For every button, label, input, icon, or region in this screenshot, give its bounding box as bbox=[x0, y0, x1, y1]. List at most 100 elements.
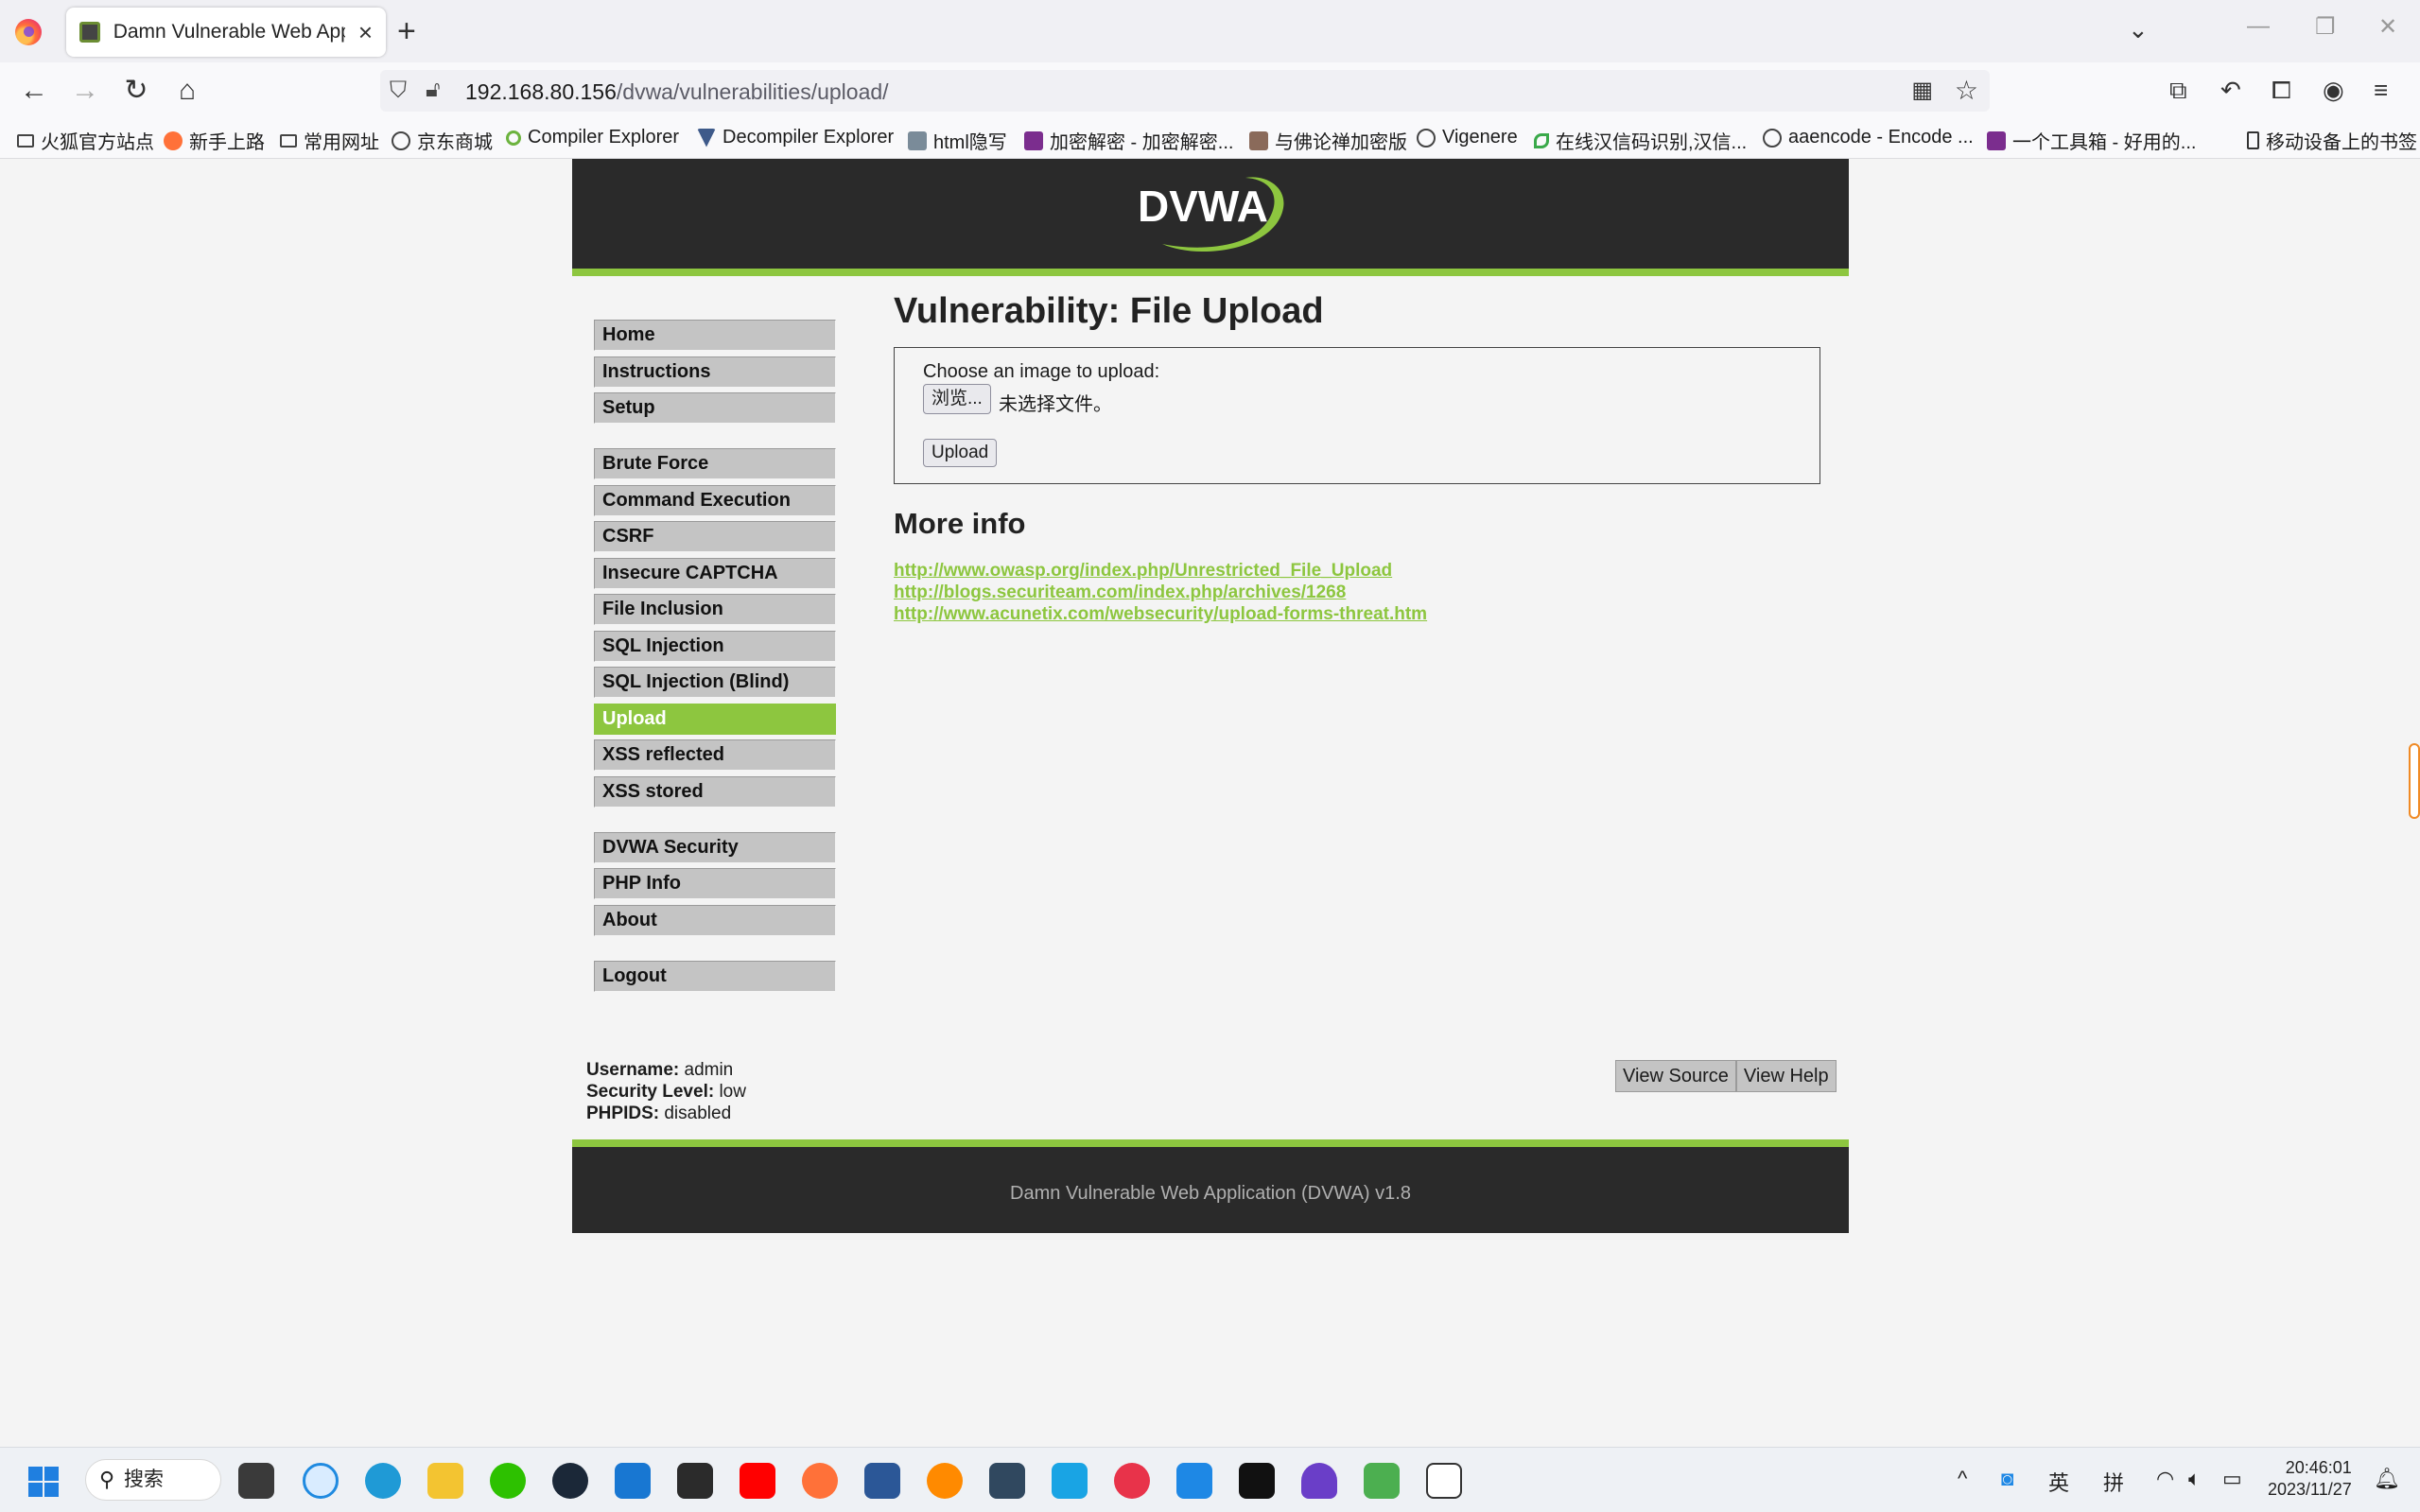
view-help-button[interactable]: View Help bbox=[1735, 1060, 1837, 1092]
account-icon[interactable]: ◉ bbox=[2323, 76, 2344, 105]
menu-item-home[interactable]: Home bbox=[594, 320, 836, 351]
owasp-link[interactable]: http://www.owasp.org/index.php/Unrestric… bbox=[894, 560, 1820, 582]
bookmark-item[interactable]: 加密解密 - 加密解密... bbox=[1024, 127, 1233, 154]
bookmark-label: 火狐官方站点 bbox=[41, 132, 154, 153]
restore-icon[interactable]: ❐ bbox=[2315, 13, 2336, 41]
menu-item-sql-injection[interactable]: SQL Injection bbox=[594, 630, 836, 662]
obsidian-icon[interactable] bbox=[1301, 1463, 1337, 1499]
bookmark-item[interactable]: 火狐官方站点 bbox=[17, 127, 154, 154]
clock-date: 2023/11/27 bbox=[2268, 1480, 2352, 1499]
scrollbar-thumb[interactable] bbox=[2409, 743, 2420, 819]
minimize-icon[interactable]: — bbox=[2247, 13, 2270, 40]
qr-code-icon[interactable]: ▦ bbox=[1911, 77, 1933, 104]
taskbar-search[interactable]: ⚲ 搜索 bbox=[85, 1459, 221, 1501]
tray-app-icon[interactable]: ◙ bbox=[2001, 1467, 2013, 1491]
view-source-button[interactable]: View Source bbox=[1615, 1060, 1736, 1092]
reload-icon[interactable]: ↻ bbox=[117, 74, 155, 108]
menu-item-xss-reflected[interactable]: XSS reflected bbox=[594, 739, 836, 771]
address-bar[interactable]: ⛉ 🔓︎ 192.168.80.156/dvwa/vulnerabilities… bbox=[380, 70, 1990, 112]
app-icon[interactable] bbox=[677, 1463, 713, 1499]
bookmark-item[interactable]: Vigenere bbox=[1417, 127, 1518, 148]
bookmark-item[interactable]: 与佛论禅加密版 bbox=[1249, 127, 1407, 154]
ime-mode[interactable]: 拼 bbox=[2103, 1467, 2124, 1497]
file-explorer-icon[interactable] bbox=[427, 1463, 463, 1499]
menu-item-sql-injection-blind[interactable]: SQL Injection (Blind) bbox=[594, 667, 836, 698]
search-tool-icon[interactable] bbox=[927, 1463, 963, 1499]
upload-button[interactable]: Upload bbox=[923, 439, 998, 467]
firefox-logo-icon[interactable] bbox=[15, 19, 42, 45]
bookmark-item[interactable]: 京东商城 bbox=[392, 127, 493, 154]
netease-music-icon[interactable] bbox=[1114, 1463, 1150, 1499]
steam-icon[interactable] bbox=[552, 1463, 588, 1499]
bookmark-item[interactable]: 一个工具箱 - 好用的... bbox=[1987, 127, 2196, 154]
menu-item-insecure-captcha[interactable]: Insecure CAPTCHA bbox=[594, 557, 836, 589]
close-window-icon[interactable]: ✕ bbox=[2378, 13, 2397, 41]
securiteam-link[interactable]: http://blogs.securiteam.com/index.php/ar… bbox=[894, 582, 1820, 603]
wechat-icon[interactable] bbox=[490, 1463, 526, 1499]
menu-item-dvwa-security[interactable]: DVWA Security bbox=[594, 831, 836, 863]
chat-bubble-icon[interactable] bbox=[303, 1463, 339, 1499]
tool-app-icon[interactable] bbox=[1364, 1463, 1400, 1499]
system-clock[interactable]: 20:46:01 2023/11/27 bbox=[2268, 1457, 2352, 1501]
bookmark-item[interactable]: 常用网址 bbox=[280, 127, 379, 154]
volume-icon[interactable]: 🔈︎ bbox=[2188, 1467, 2201, 1491]
bookmark-star-icon[interactable]: ☆ bbox=[1955, 75, 1978, 106]
shield-icon[interactable]: ⛉ bbox=[390, 78, 407, 104]
browse-file-button[interactable]: 浏览... bbox=[923, 384, 991, 414]
extensions-icon[interactable]: ⧠ bbox=[2272, 76, 2291, 106]
bookmark-label: 新手上路 bbox=[189, 132, 265, 153]
active-tab[interactable]: Damn Vulnerable Web App (DVWA) v1.8 :: V… bbox=[66, 8, 386, 57]
ime-language[interactable]: 英 bbox=[2048, 1467, 2069, 1497]
undo-arrow-icon[interactable]: ↶ bbox=[2220, 76, 2241, 105]
menu-item-instructions[interactable]: Instructions bbox=[594, 356, 836, 388]
url-text[interactable]: 192.168.80.156/dvwa/vulnerabilities/uplo… bbox=[465, 79, 889, 105]
cat-app-icon[interactable] bbox=[989, 1463, 1025, 1499]
mobile-bookmarks[interactable]: 移动设备上的书签 bbox=[2247, 127, 2417, 154]
typora-icon[interactable] bbox=[1426, 1463, 1462, 1499]
menu-item-xss-stored[interactable]: XSS stored bbox=[594, 775, 836, 808]
bookmark-item[interactable]: Compiler Explorer bbox=[506, 127, 679, 148]
wifi-icon[interactable]: ◠ bbox=[2156, 1467, 2174, 1491]
phpids-value: disabled bbox=[664, 1104, 732, 1123]
bookmark-item[interactable]: 新手上路 bbox=[164, 127, 265, 154]
forward-arrow-icon[interactable]: → bbox=[66, 74, 104, 108]
window-app-icon[interactable] bbox=[1052, 1463, 1088, 1499]
back-arrow-icon[interactable]: ← bbox=[15, 74, 53, 108]
menu-item-csrf[interactable]: CSRF bbox=[594, 521, 836, 552]
menu-item-setup[interactable]: Setup bbox=[594, 392, 836, 424]
menu-item-about[interactable]: About bbox=[594, 904, 836, 936]
notepad-icon[interactable] bbox=[1176, 1463, 1212, 1499]
insecure-lock-icon[interactable]: 🔓︎ bbox=[426, 77, 441, 103]
menu-item-command-execution[interactable]: Command Execution bbox=[594, 484, 836, 516]
dvwa-favicon-icon bbox=[79, 22, 100, 43]
screenshot-crop-icon[interactable]: ⧉ bbox=[2169, 76, 2187, 106]
bookmark-item[interactable]: aaencode - Encode ... bbox=[1763, 127, 1974, 148]
bookmark-item[interactable]: html隐写 bbox=[908, 127, 1007, 154]
close-tab-icon[interactable]: × bbox=[358, 18, 373, 47]
windows-start-icon[interactable] bbox=[28, 1467, 59, 1497]
firefox-taskbar-icon[interactable] bbox=[802, 1463, 838, 1499]
menu-item-logout[interactable]: Logout bbox=[594, 960, 836, 992]
youtube-icon[interactable] bbox=[740, 1463, 775, 1499]
microsoft-store-icon[interactable] bbox=[615, 1463, 651, 1499]
edge-browser-icon[interactable] bbox=[365, 1463, 401, 1499]
word-icon[interactable] bbox=[864, 1463, 900, 1499]
acunetix-link[interactable]: http://www.acunetix.com/websecurity/uplo… bbox=[894, 603, 1820, 625]
bookmark-item[interactable]: Decompiler Explorer bbox=[697, 127, 894, 148]
menu-item-upload[interactable]: Upload bbox=[594, 703, 836, 735]
menu-item-php-info[interactable]: PHP Info bbox=[594, 868, 836, 899]
upload-form: Choose an image to upload: 浏览... 未选择文件。 … bbox=[894, 347, 1820, 484]
tiktok-icon[interactable] bbox=[1239, 1463, 1275, 1499]
tray-overflow-chevron-icon[interactable]: ^ bbox=[1958, 1467, 1967, 1491]
menu-item-file-inclusion[interactable]: File Inclusion bbox=[594, 594, 836, 625]
notification-bell-icon[interactable]: 🔔︎ bbox=[2374, 1467, 2400, 1491]
menu-item-brute-force[interactable]: Brute Force bbox=[594, 448, 836, 479]
task-view-icon[interactable] bbox=[238, 1463, 274, 1499]
home-icon[interactable]: ⌂ bbox=[168, 74, 206, 108]
battery-icon[interactable]: ▭ bbox=[2222, 1467, 2242, 1491]
new-tab-button[interactable]: + bbox=[397, 13, 416, 50]
windows-taskbar: ⚲ 搜索 ^ ◙ 英 拼 ◠ 🔈︎ ▭ 20:46:01 2023/11/27 🔔… bbox=[0, 1447, 2420, 1512]
bookmark-item[interactable]: 在线汉信码识别,汉信... bbox=[1534, 127, 1747, 154]
menu-hamburger-icon[interactable]: ≡ bbox=[2374, 76, 2388, 105]
list-all-tabs-chevron-icon[interactable]: ⌄ bbox=[2128, 15, 2149, 44]
